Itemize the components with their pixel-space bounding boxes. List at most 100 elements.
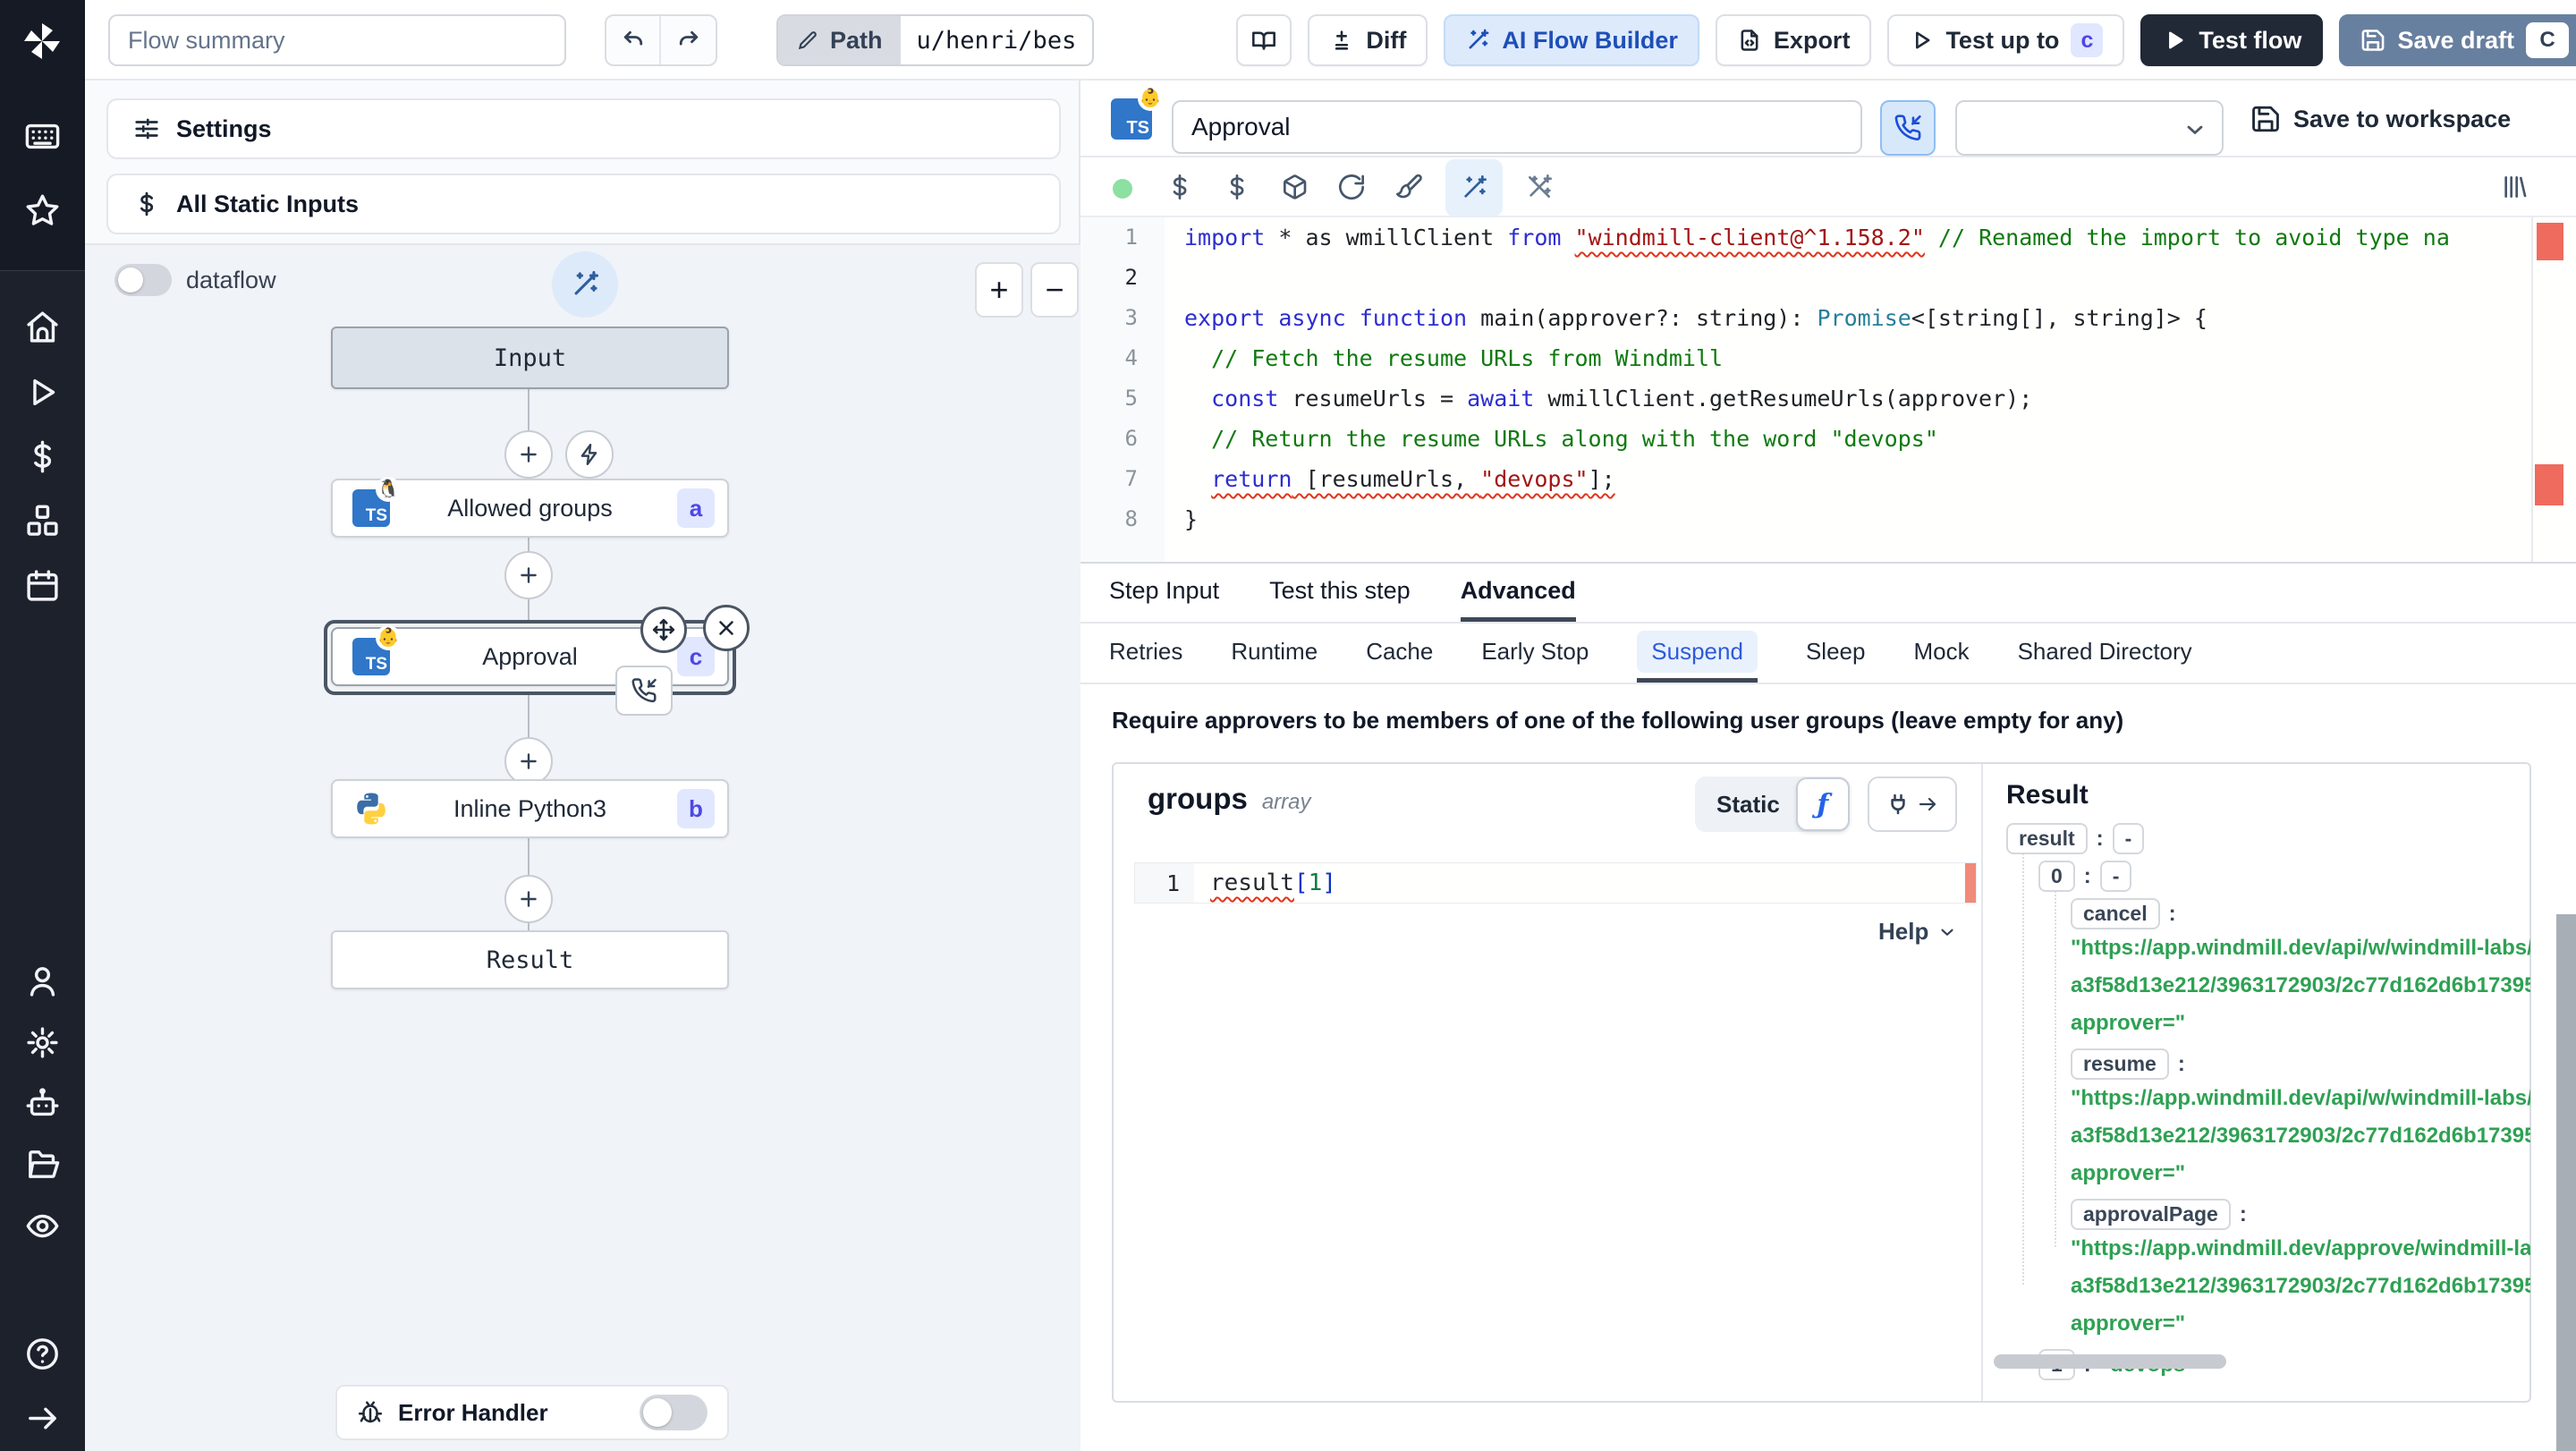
static-expression-toggle[interactable]: Static ƒ (1695, 776, 1850, 832)
subtab-suspend[interactable]: Suspend (1637, 625, 1758, 683)
diff-button[interactable]: Diff (1308, 14, 1428, 66)
flow-summary-input[interactable] (108, 14, 566, 66)
help-toggle[interactable]: Help (1878, 918, 1957, 946)
code-line-3: export async function main(approver?: st… (1184, 305, 2207, 331)
ai-assist-button[interactable] (1445, 159, 1503, 216)
result-row[interactable]: resume (2071, 1048, 2185, 1080)
tab-advanced[interactable]: Advanced (1460, 564, 1576, 622)
path-button[interactable]: Path (778, 16, 901, 64)
add-step-button[interactable] (504, 430, 553, 479)
test-up-to-button[interactable]: Test up to c (1887, 14, 2125, 66)
error-handler-toggle[interactable] (640, 1395, 708, 1430)
plus-icon (521, 891, 537, 907)
subtab-retries[interactable]: Retries (1109, 625, 1182, 683)
code-editor[interactable]: 1 2 3 4 5 6 7 8 import * as wmillClient … (1080, 217, 2576, 562)
editor-scroll-strip[interactable] (2531, 217, 2533, 562)
zoom-out-button[interactable]: − (1030, 262, 1079, 318)
test-flow-button[interactable]: Test flow (2140, 14, 2324, 66)
suspend-approval-badge[interactable] (615, 666, 673, 716)
export-label: Export (1773, 26, 1851, 54)
result-row[interactable]: result- (2006, 823, 2145, 854)
save-draft-shortcut-badge: C (2526, 22, 2569, 58)
suspend-indicator-button[interactable] (1880, 100, 1936, 156)
play-outline-icon (1916, 31, 1930, 49)
error-handler-card[interactable]: Error Handler (335, 1385, 729, 1440)
tab-step-input[interactable]: Step Input (1109, 564, 1219, 622)
result-row[interactable]: approvalPage (2071, 1199, 2247, 1230)
robot-icon[interactable] (24, 1085, 61, 1122)
arrow-right-icon[interactable] (24, 1400, 61, 1437)
zoom-in-button[interactable]: + (975, 262, 1023, 318)
dollar-icon[interactable] (24, 438, 61, 475)
result-row[interactable]: 0- (2038, 861, 2132, 892)
resources-dollar-button[interactable] (1216, 166, 1258, 208)
step-name-input[interactable] (1172, 100, 1862, 154)
ai-flow-builder-button[interactable]: AI Flow Builder (1444, 14, 1699, 66)
groups-expression-editor[interactable]: 1 result[1] (1134, 862, 1977, 904)
node-allowed-groups[interactable]: TS 🐧 Allowed groups a (331, 477, 729, 538)
tab-test-this-step[interactable]: Test this step (1269, 564, 1411, 622)
folder-open-icon[interactable] (24, 1146, 61, 1183)
move-node-button[interactable] (640, 607, 687, 653)
result-row: "https://app.windmill.dev/api/w/windmill… (2071, 1086, 2530, 1110)
play-icon[interactable] (24, 374, 61, 411)
subtab-runtime[interactable]: Runtime (1231, 625, 1318, 683)
node-input[interactable]: Input (331, 327, 729, 389)
node-result[interactable]: Result (331, 930, 729, 989)
script-version-select[interactable] (1955, 100, 2224, 156)
subtab-mock[interactable]: Mock (1913, 625, 1969, 683)
format-brush-button[interactable] (1388, 166, 1429, 208)
flow-graph-canvas[interactable]: dataflow + − Input TS 🐧 Allowed groups a (85, 243, 1080, 1451)
star-icon[interactable] (24, 192, 61, 229)
plus-icon (521, 567, 537, 583)
save-draft-button[interactable]: Save draft C (2339, 14, 2576, 66)
add-step-button[interactable] (504, 737, 553, 785)
windmill-logo[interactable] (21, 20, 64, 63)
node-inline-python[interactable]: Inline Python3 b (331, 779, 729, 838)
code-line-5: const resumeUrls = await wmillClient.get… (1211, 386, 2033, 412)
undo-button[interactable] (606, 16, 661, 64)
user-icon[interactable] (24, 963, 61, 999)
delete-node-button[interactable] (703, 605, 750, 651)
add-step-button[interactable] (504, 551, 553, 599)
dataflow-toggle[interactable] (114, 264, 172, 296)
expression-code[interactable]: result[1] (1194, 863, 1965, 903)
page-scrollbar[interactable] (2556, 914, 2576, 1451)
move-icon (652, 618, 675, 641)
reload-button[interactable] (1331, 166, 1372, 208)
export-button[interactable]: Export (1715, 14, 1872, 66)
all-static-inputs-card[interactable]: All Static Inputs (106, 174, 1061, 234)
connect-input-button[interactable] (1868, 776, 1957, 832)
home-icon[interactable] (24, 309, 61, 345)
keyboard-icon[interactable] (24, 118, 61, 155)
help-icon[interactable] (24, 1336, 61, 1372)
subtab-cache[interactable]: Cache (1366, 625, 1433, 683)
package-button[interactable] (1274, 166, 1315, 208)
settings-card[interactable]: Settings (106, 98, 1061, 159)
ai-disable-button[interactable] (1519, 166, 1560, 208)
advanced-subtabs: Retries Runtime Cache Early Stop Suspend… (1080, 625, 2576, 684)
result-panel: Result result- 0- cancel "https://app.wi… (1983, 764, 2530, 1401)
book-open-icon (1252, 31, 1276, 50)
ai-graph-wand-button[interactable] (552, 251, 618, 318)
docs-button[interactable] (1236, 14, 1292, 66)
function-mode-button[interactable]: ƒ (1795, 777, 1850, 831)
redo-button[interactable] (661, 16, 716, 64)
add-step-button[interactable] (504, 875, 553, 923)
path-control[interactable]: Path u/henri/bes (776, 14, 1095, 66)
library-button[interactable] (2494, 166, 2535, 208)
result-row[interactable]: cancel (2071, 898, 2176, 929)
subtab-sleep[interactable]: Sleep (1806, 625, 1866, 683)
phone-incoming-icon (631, 678, 657, 703)
subtab-early-stop[interactable]: Early Stop (1481, 625, 1589, 683)
horizontal-scrollbar[interactable] (1994, 1354, 2226, 1369)
calendar-icon[interactable] (24, 567, 61, 604)
trigger-zap-button[interactable] (565, 430, 614, 479)
eye-icon[interactable] (24, 1208, 61, 1244)
gear-icon[interactable] (24, 1024, 61, 1061)
save-to-workspace-button[interactable]: Save to workspace (2250, 104, 2511, 134)
boxes-icon[interactable] (24, 503, 61, 539)
variables-dollar-button[interactable] (1159, 166, 1200, 208)
phone-incoming-icon (1894, 115, 1921, 140)
subtab-shared-directory[interactable]: Shared Directory (2018, 625, 2192, 683)
